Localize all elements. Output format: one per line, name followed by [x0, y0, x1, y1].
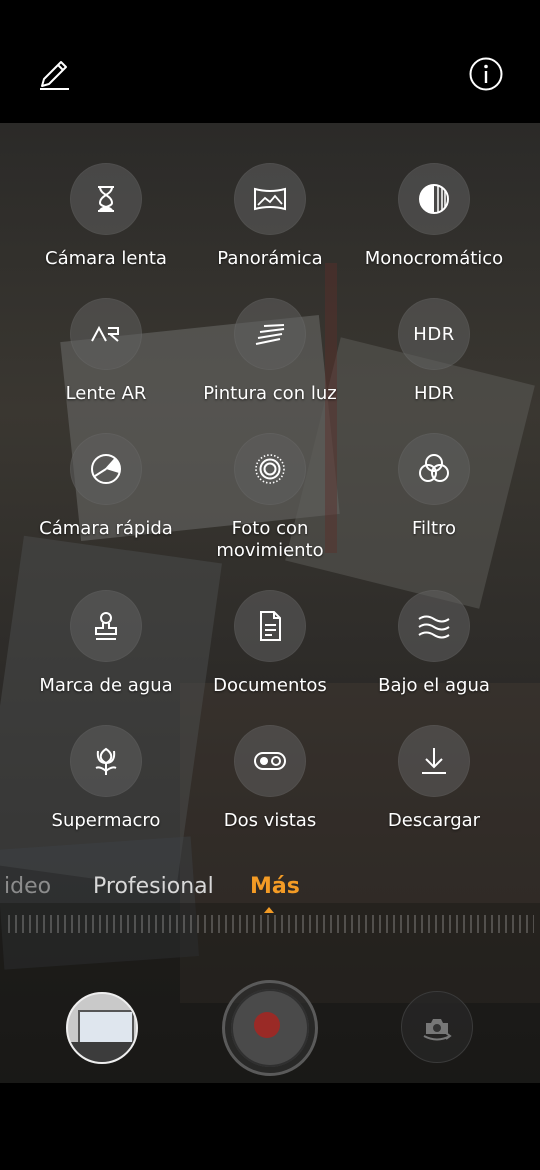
panorama-icon[interactable]	[234, 163, 306, 235]
moving-picture-icon[interactable]	[234, 433, 306, 505]
pencil-icon[interactable]	[36, 56, 72, 92]
filter-icon[interactable]	[398, 433, 470, 505]
mode-label: Cámara rápida	[39, 518, 173, 539]
mode-tab-video[interactable]: ideo	[4, 874, 51, 899]
hdr-icon-text: HDR	[413, 323, 455, 345]
mode-label: Supermacro	[51, 810, 161, 831]
top-bar	[0, 0, 540, 123]
dual-view-icon[interactable]	[234, 725, 306, 797]
mode-label: Filtro	[411, 518, 457, 539]
info-icon[interactable]	[468, 56, 504, 92]
ar-lens-icon[interactable]	[70, 298, 142, 370]
mode-label: Documentos	[213, 675, 327, 696]
gallery-thumbnail[interactable]	[66, 992, 138, 1064]
mode-label: Foto con movimiento	[216, 518, 324, 561]
mode-label: Lente AR	[65, 383, 147, 404]
mode-label: Marca de agua	[39, 675, 173, 696]
switch-camera-icon[interactable]	[401, 991, 473, 1063]
mode-label: Dos vistas	[223, 810, 317, 831]
record-button[interactable]	[222, 980, 318, 1076]
light-painting-icon[interactable]	[234, 298, 306, 370]
mode-label: HDR	[414, 383, 454, 404]
mode-label: Cámara lenta	[45, 248, 167, 269]
record-dot	[254, 1012, 280, 1038]
background-object	[325, 263, 337, 553]
mode-tab-profesional[interactable]: Profesional	[93, 874, 214, 899]
mode-label: Descargar	[387, 810, 481, 831]
hourglass-icon[interactable]	[70, 163, 142, 235]
waves-icon[interactable]	[398, 590, 470, 662]
mode-selector-bar[interactable]: ideo Profesional Más	[0, 870, 540, 910]
mode-label: Monocromático	[364, 248, 504, 269]
download-icon[interactable]	[398, 725, 470, 797]
flower-macro-icon[interactable]	[70, 725, 142, 797]
thumbnail-image	[68, 1042, 136, 1062]
hdr-icon[interactable]: HDR	[398, 298, 470, 370]
time-lapse-icon[interactable]	[70, 433, 142, 505]
mode-scroll-ruler[interactable]	[8, 915, 534, 933]
monochrome-icon[interactable]	[398, 163, 470, 235]
document-icon[interactable]	[234, 590, 306, 662]
mode-label: Bajo el agua	[378, 675, 490, 696]
selected-mode-indicator	[264, 907, 274, 913]
mode-tab-mas[interactable]: Más	[250, 874, 300, 899]
watermark-stamp-icon[interactable]	[70, 590, 142, 662]
navigation-bar-area	[0, 1083, 540, 1170]
mode-label: Pintura con luz	[203, 383, 337, 404]
mode-label: Panorámica	[217, 248, 323, 269]
